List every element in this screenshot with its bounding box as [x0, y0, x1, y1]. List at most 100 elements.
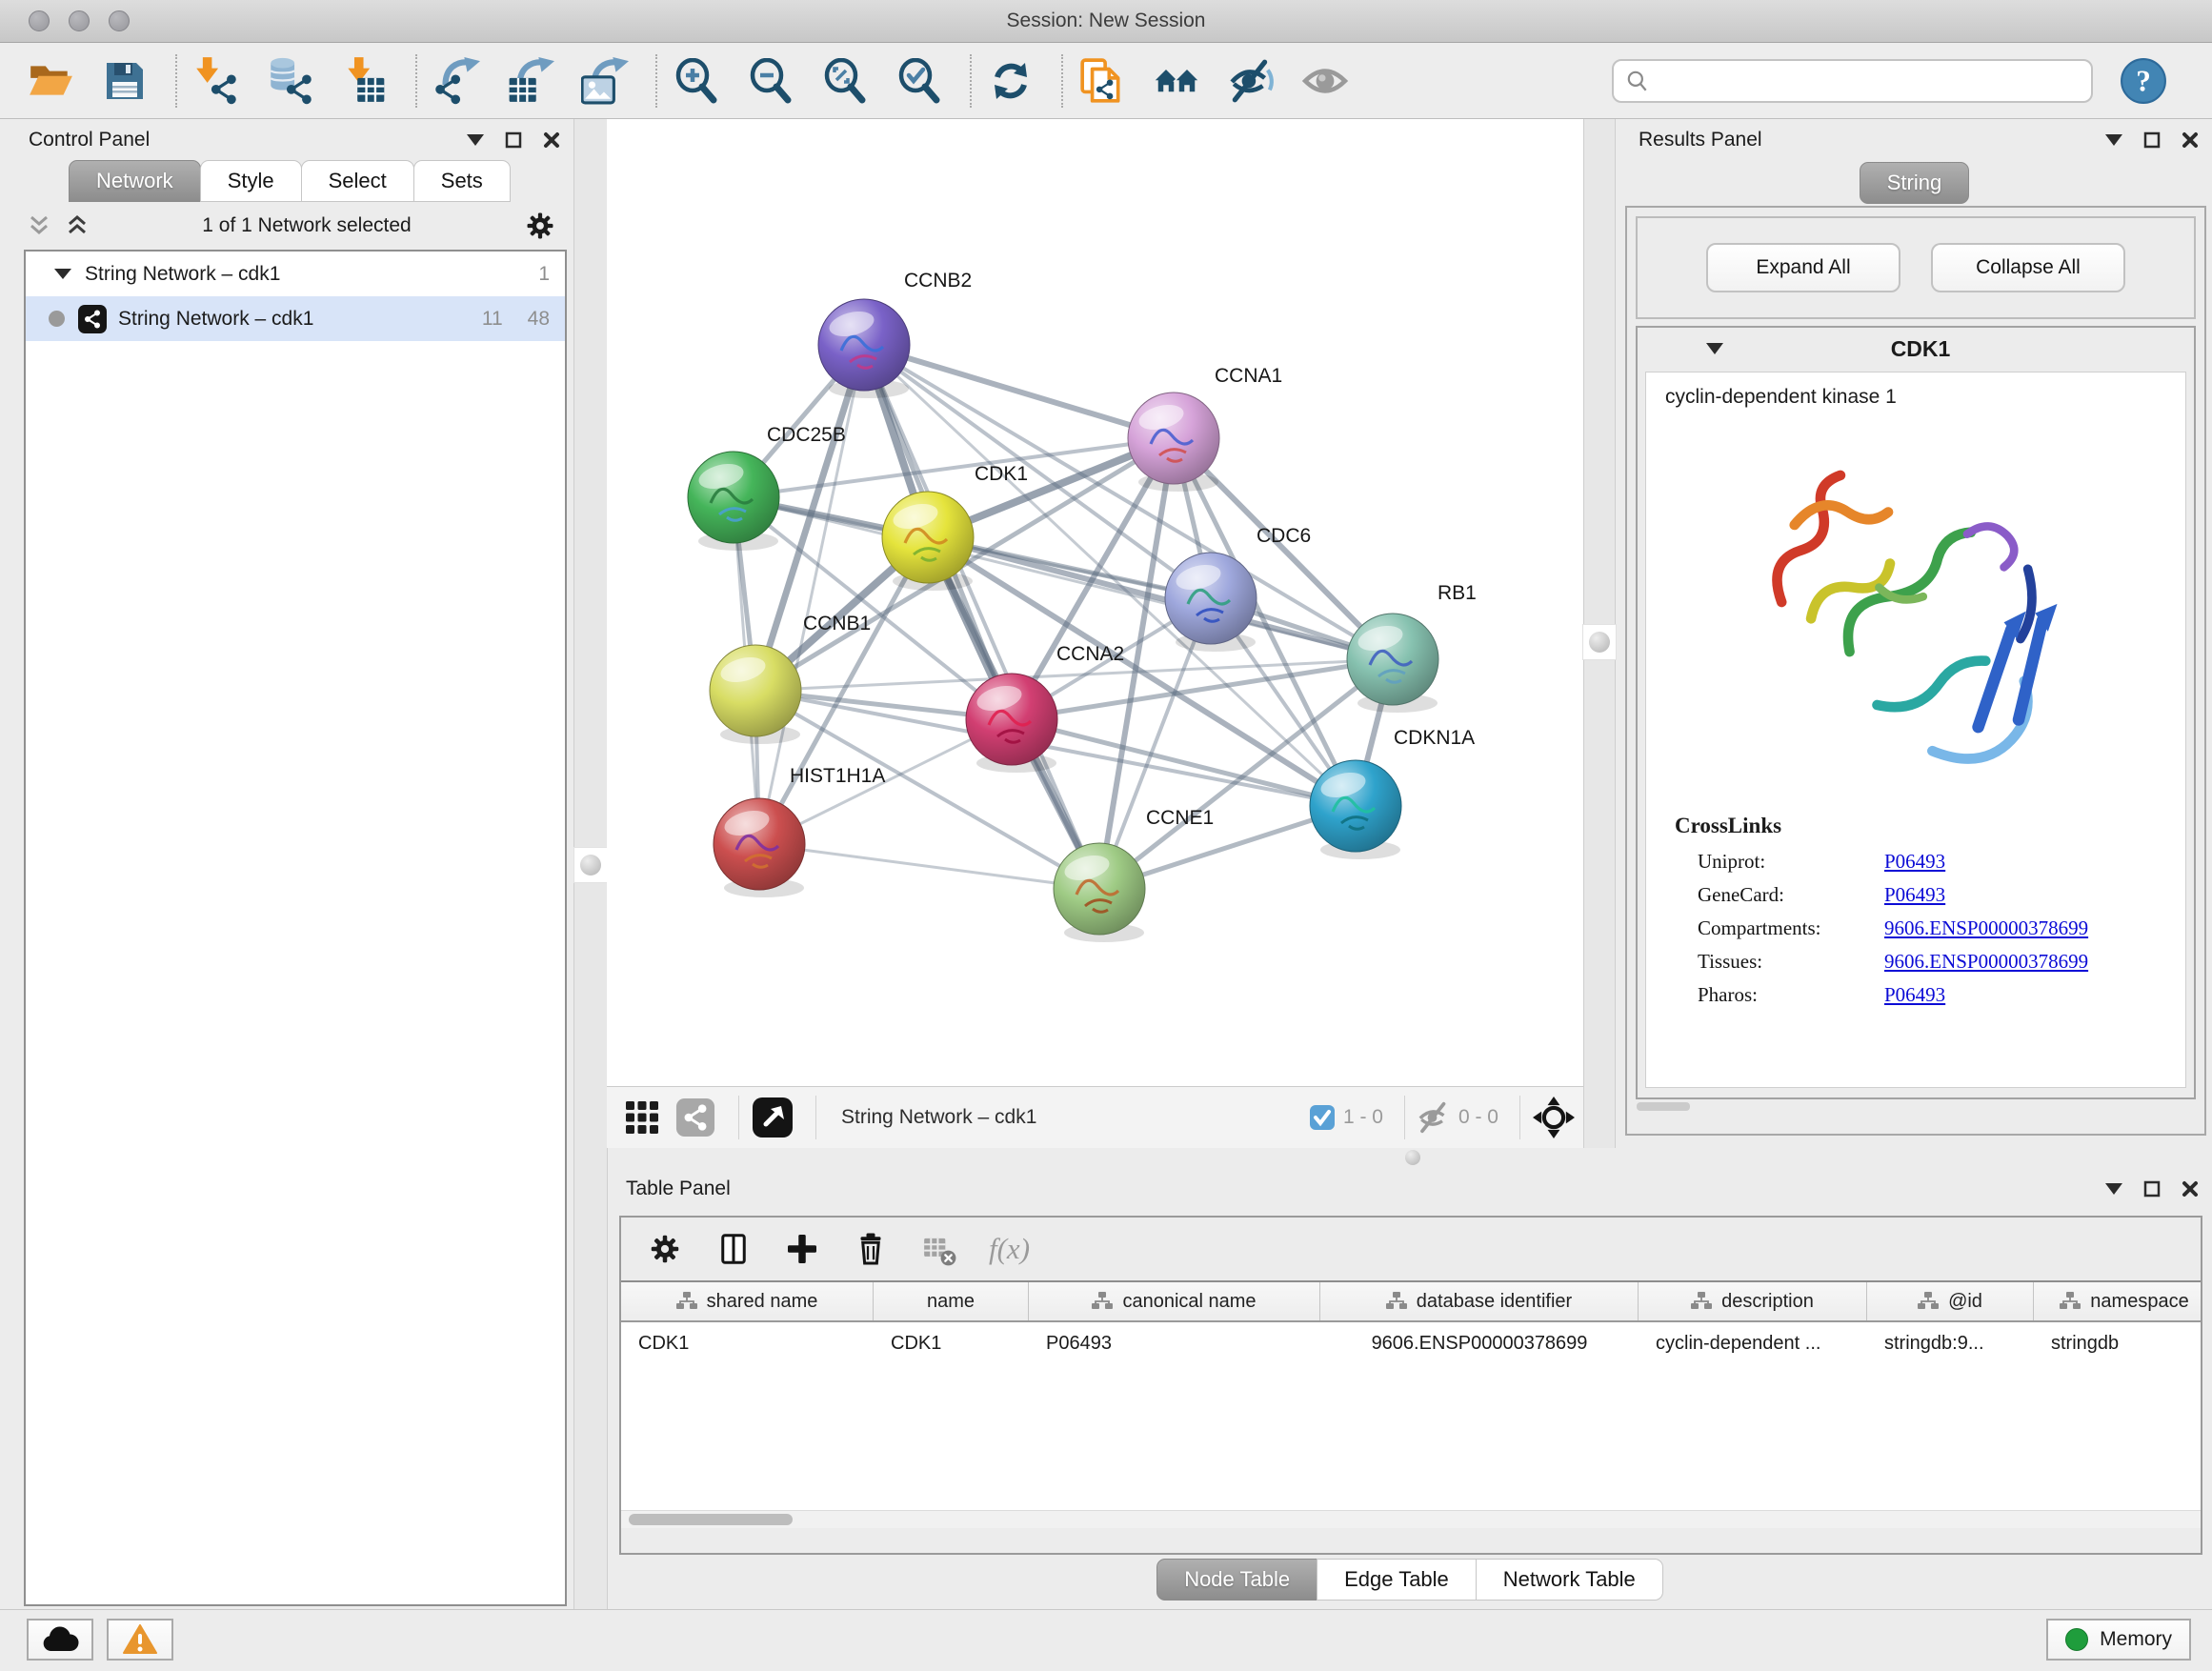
tree-expand-icon[interactable] — [54, 269, 71, 279]
zoom-fit-button[interactable] — [819, 54, 871, 108]
show-all-button[interactable] — [1299, 54, 1351, 108]
zoom-in-button[interactable] — [671, 54, 722, 108]
zoom-selected-button[interactable] — [894, 54, 945, 108]
network-view-button[interactable] — [674, 1096, 717, 1139]
panel-collapse-icon[interactable] — [2105, 134, 2122, 146]
search-input[interactable] — [1650, 61, 2080, 101]
hide-selected-button[interactable] — [1225, 54, 1277, 108]
panel-close-icon[interactable] — [543, 131, 560, 149]
table-splitter-handle[interactable] — [1405, 1150, 1420, 1165]
tab-edge-table[interactable]: Edge Table — [1317, 1559, 1477, 1601]
tab-style[interactable]: Style — [200, 160, 302, 202]
table-row[interactable]: CDK1 CDK1 P06493 9606.ENSP00000378699 cy… — [621, 1322, 2201, 1364]
collapse-all-button[interactable]: Collapse All — [1931, 243, 2125, 292]
results-scrollbar-thumb[interactable] — [1637, 1102, 1690, 1111]
delete-column-button[interactable] — [852, 1230, 890, 1268]
collapse-all-icon[interactable] — [27, 213, 51, 238]
crosslink-link[interactable]: P06493 — [1884, 883, 1945, 907]
tab-select[interactable]: Select — [301, 160, 414, 202]
tab-network-table[interactable]: Network Table — [1476, 1559, 1663, 1601]
save-session-button[interactable] — [99, 54, 151, 108]
crosslink-link[interactable]: P06493 — [1884, 983, 1945, 1007]
node-label-CDC25B[interactable]: CDC25B — [767, 424, 846, 446]
left-splitter-handle[interactable] — [573, 847, 608, 883]
panel-collapse-icon[interactable] — [467, 134, 484, 146]
tab-sets[interactable]: Sets — [413, 160, 511, 202]
zoom-out-button[interactable] — [745, 54, 796, 108]
panel-float-icon[interactable] — [2143, 1180, 2161, 1198]
cell-description[interactable]: cyclin-dependent ... — [1639, 1322, 1867, 1364]
table-hscrollbar[interactable] — [621, 1510, 2201, 1528]
column-header-description[interactable]: description — [1639, 1282, 1867, 1320]
detach-view-button[interactable] — [751, 1096, 794, 1139]
cell-canonical-name[interactable]: P06493 — [1029, 1322, 1320, 1364]
tab-string[interactable]: String — [1860, 162, 1969, 204]
import-network-database-button[interactable] — [265, 54, 316, 108]
column-header-database-identifier[interactable]: database identifier — [1320, 1282, 1639, 1320]
column-header-canonical-name[interactable]: canonical name — [1029, 1282, 1320, 1320]
birdseye-view-button[interactable] — [1532, 1096, 1576, 1139]
network-collection-row[interactable]: String Network – cdk1 1 — [26, 252, 565, 296]
import-table-button[interactable] — [339, 54, 391, 108]
gear-icon[interactable] — [524, 210, 556, 242]
cell-database-identifier[interactable]: 9606.ENSP00000378699 — [1320, 1322, 1639, 1364]
open-session-button[interactable] — [25, 54, 76, 108]
memory-button[interactable]: Memory — [2046, 1619, 2191, 1661]
node-label-RB1[interactable]: RB1 — [1438, 582, 1477, 604]
panel-close-icon[interactable] — [2182, 131, 2199, 149]
node-label-CCNB2[interactable]: CCNB2 — [904, 270, 972, 292]
node-label-CCNA2[interactable]: CCNA2 — [1056, 643, 1124, 665]
add-column-button[interactable] — [783, 1230, 821, 1268]
apply-layout-button[interactable] — [985, 54, 1036, 108]
cell-at-id[interactable]: stringdb:9... — [1867, 1322, 2034, 1364]
delete-table-button[interactable] — [920, 1230, 958, 1268]
network-row[interactable]: String Network – cdk1 11 48 — [26, 296, 565, 341]
node-label-CDC6[interactable]: CDC6 — [1257, 525, 1311, 547]
expand-all-button[interactable]: Expand All — [1706, 243, 1900, 292]
export-network-button[interactable] — [431, 54, 482, 108]
import-network-file-button[interactable] — [191, 54, 242, 108]
table-hscrollbar-thumb[interactable] — [629, 1514, 793, 1525]
right-splitter[interactable] — [1583, 119, 1616, 1148]
column-header-namespace[interactable]: namespace — [2034, 1282, 2201, 1320]
node-label-HIST1H1A[interactable]: HIST1H1A — [790, 765, 885, 787]
cell-namespace[interactable]: stringdb — [2034, 1322, 2201, 1364]
selected-checkbox-icon[interactable] — [1309, 1104, 1336, 1131]
right-splitter-handle[interactable] — [1582, 624, 1617, 660]
cell-shared-name[interactable]: CDK1 — [621, 1322, 874, 1364]
panel-float-icon[interactable] — [505, 131, 522, 149]
table-settings-button[interactable] — [646, 1230, 684, 1268]
column-header-shared-name[interactable]: shared name — [621, 1282, 874, 1320]
node-label-CDKN1A[interactable]: CDKN1A — [1394, 727, 1475, 749]
crosslink-link[interactable]: P06493 — [1884, 850, 1945, 874]
minimize-window-button[interactable] — [69, 10, 90, 31]
panel-close-icon[interactable] — [2182, 1180, 2199, 1198]
column-header-id[interactable]: @id — [1867, 1282, 2034, 1320]
show-columns-button[interactable] — [714, 1230, 753, 1268]
table-panel-splitter[interactable] — [607, 1148, 2212, 1171]
crosslink-link[interactable]: 9606.ENSP00000378699 — [1884, 916, 2088, 940]
left-splitter[interactable] — [573, 119, 608, 1610]
tab-network[interactable]: Network — [69, 160, 201, 202]
cloud-status-button[interactable] — [27, 1619, 93, 1661]
export-table-button[interactable] — [505, 54, 556, 108]
panel-collapse-icon[interactable] — [2105, 1183, 2122, 1195]
export-image-button[interactable] — [579, 54, 631, 108]
help-button[interactable]: ? — [2118, 54, 2169, 108]
cell-name[interactable]: CDK1 — [874, 1322, 1029, 1364]
node-label-CCNE1[interactable]: CCNE1 — [1146, 807, 1214, 829]
expand-all-icon[interactable] — [65, 213, 90, 238]
zoom-window-button[interactable] — [109, 10, 130, 31]
close-window-button[interactable] — [29, 10, 50, 31]
column-header-name[interactable]: name — [874, 1282, 1029, 1320]
node-label-CCNB1[interactable]: CCNB1 — [803, 613, 871, 634]
home-networks-button[interactable] — [1151, 54, 1202, 108]
hidden-eye-slash-icon[interactable] — [1417, 1100, 1451, 1135]
tab-node-table[interactable]: Node Table — [1156, 1559, 1317, 1601]
warnings-button[interactable] — [107, 1619, 173, 1661]
gene-collapse-icon[interactable] — [1706, 343, 1723, 354]
function-builder-button[interactable]: f(x) — [989, 1230, 1030, 1268]
network-canvas[interactable]: CCNB2CCNA1CDC25BCDK1CDC6RB1CCNB1CCNA2CDK… — [607, 119, 1589, 1086]
panel-float-icon[interactable] — [2143, 131, 2161, 149]
crosslink-link[interactable]: 9606.ENSP00000378699 — [1884, 950, 2088, 974]
